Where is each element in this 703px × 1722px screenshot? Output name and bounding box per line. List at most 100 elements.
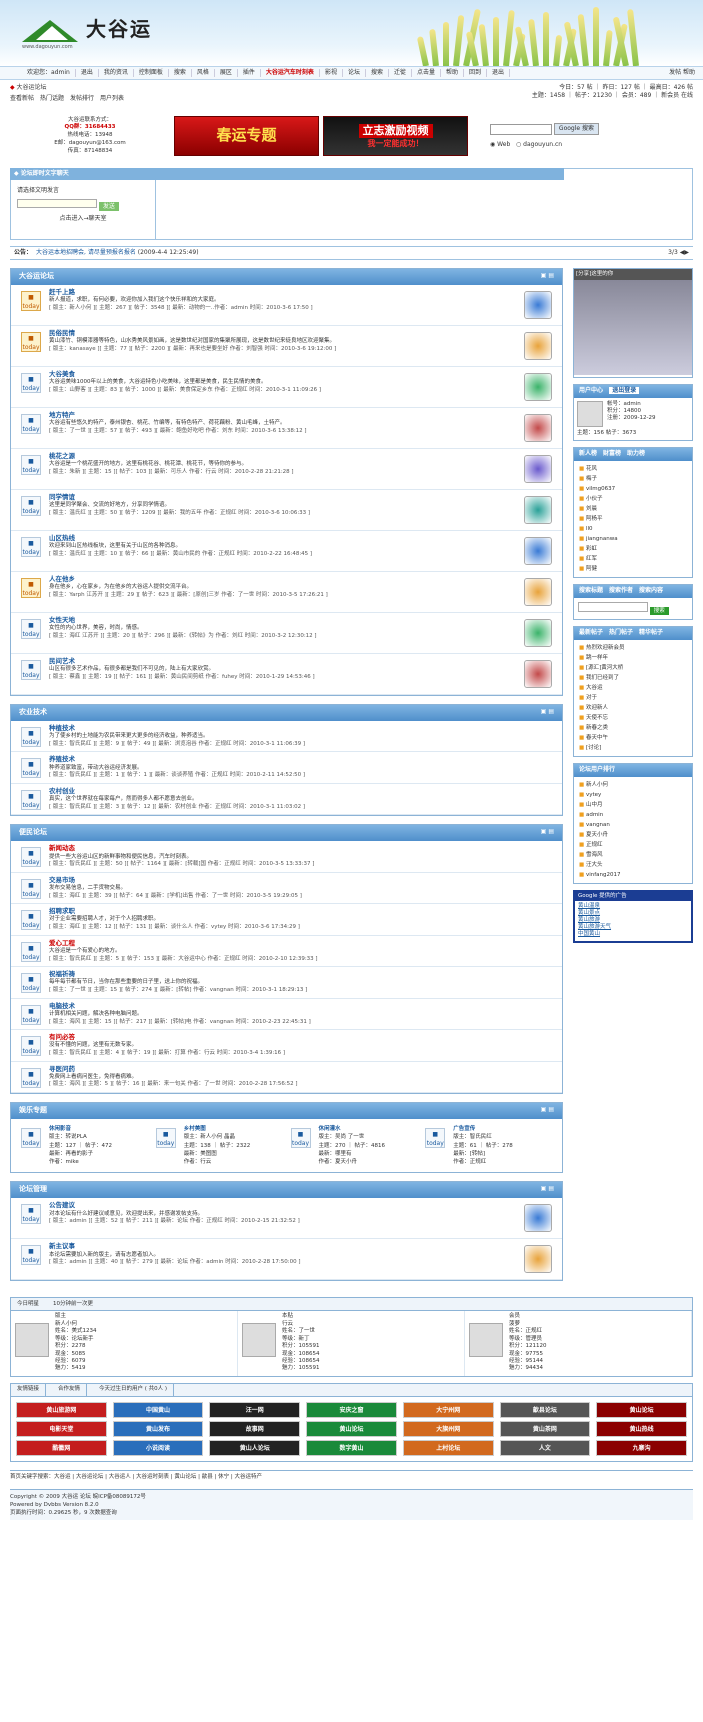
forum-name[interactable]: 大谷美食 bbox=[49, 370, 520, 379]
nav-right[interactable]: 发帖 帮助 bbox=[664, 69, 703, 77]
forum-name[interactable]: 农村创业 bbox=[49, 787, 556, 796]
sub-link[interactable]: 查看新帖 bbox=[10, 95, 34, 102]
friend-link[interactable]: 汪一网 bbox=[209, 1402, 301, 1419]
tab[interactable]: 财富榜 bbox=[603, 450, 621, 457]
friend-link[interactable]: 电影天堂 bbox=[16, 1421, 107, 1438]
radio-site[interactable]: ○ bbox=[516, 141, 521, 148]
list-item[interactable]: vangnan bbox=[579, 820, 687, 830]
forum-name[interactable]: 女性天地 bbox=[49, 616, 520, 625]
forum-name[interactable]: 种植技术 bbox=[49, 724, 556, 733]
nav-item[interactable]: 搜索 bbox=[366, 69, 389, 77]
friend-link[interactable]: 九寨沟 bbox=[596, 1440, 687, 1457]
search-input[interactable] bbox=[490, 123, 552, 135]
forum-name[interactable]: 养殖技术 bbox=[49, 755, 556, 764]
chat-go-button[interactable]: 发送 bbox=[98, 201, 119, 211]
friend-link[interactable]: 黄山发布 bbox=[112, 1421, 204, 1438]
forum-image[interactable] bbox=[524, 660, 552, 688]
sidebar-search-input[interactable] bbox=[578, 602, 648, 613]
friend-link[interactable]: 歙县论坛 bbox=[499, 1402, 591, 1419]
forum-image[interactable] bbox=[524, 414, 552, 442]
tab[interactable]: 精华帖子 bbox=[639, 629, 663, 636]
nav-item[interactable]: 搜索 bbox=[169, 69, 192, 77]
star-avatar[interactable] bbox=[15, 1323, 49, 1358]
right-ad[interactable]: [分享]这里的你 bbox=[573, 268, 693, 378]
forum-name[interactable]: 新主议事 bbox=[49, 1242, 520, 1251]
friend-link[interactable]: 小说阅读 bbox=[112, 1440, 204, 1457]
list-item[interactable]: [讨论] bbox=[579, 743, 687, 753]
chat-input[interactable] bbox=[17, 198, 97, 208]
list-item[interactable]: 新春之类 bbox=[579, 723, 687, 733]
list-item[interactable]: 跳一样年 bbox=[579, 653, 687, 663]
forum-image[interactable] bbox=[524, 578, 552, 606]
list-item[interactable]: 欢迎新人 bbox=[579, 703, 687, 713]
forum-name[interactable]: 祝福祈祷 bbox=[49, 970, 556, 979]
tab[interactable]: 搜索标题 bbox=[579, 587, 603, 594]
nav-item[interactable]: 点击量 bbox=[412, 69, 442, 77]
friend-link[interactable]: 黄山论坛 bbox=[596, 1402, 687, 1419]
list-item[interactable]: 新人小何 bbox=[579, 780, 687, 790]
star-avatar[interactable] bbox=[469, 1323, 503, 1358]
tab[interactable]: 最新帖子 bbox=[579, 629, 603, 636]
nav-item[interactable]: 论坛 bbox=[343, 69, 366, 77]
forum-image[interactable] bbox=[524, 455, 552, 483]
google-ad-link[interactable]: 中国黄山 bbox=[578, 931, 688, 938]
tab[interactable]: 合作友情 bbox=[52, 1384, 88, 1397]
friend-link[interactable]: 数字黄山 bbox=[306, 1440, 397, 1457]
forum-name[interactable]: 广告宣传 bbox=[453, 1125, 513, 1133]
list-item[interactable]: [源汇]黄河大桥 bbox=[579, 663, 687, 673]
nav-item[interactable]: 大谷运汽车时刻表 bbox=[261, 69, 320, 77]
friend-link[interactable]: 黄山茶网 bbox=[499, 1421, 591, 1438]
forum-image[interactable] bbox=[524, 373, 552, 401]
logout-button[interactable]: 退出登录 bbox=[609, 387, 640, 394]
list-item[interactable]: jiangnanwa bbox=[579, 534, 687, 544]
forum-image[interactable] bbox=[524, 496, 552, 524]
tab[interactable]: 搜索内容 bbox=[639, 587, 663, 594]
tab[interactable]: 今天过生日的用户 ( 共0人 ) bbox=[93, 1384, 175, 1397]
list-item[interactable]: 梅子 bbox=[579, 474, 687, 484]
announcement-pager[interactable]: 3/3 bbox=[668, 249, 678, 257]
tab[interactable]: 搜索作者 bbox=[609, 587, 633, 594]
list-item[interactable]: 对于 bbox=[579, 693, 687, 703]
forum-name[interactable]: 公告建议 bbox=[49, 1201, 520, 1210]
list-item[interactable]: 红军 bbox=[579, 554, 687, 564]
google-ad-link[interactable]: 黄山温泉 bbox=[578, 903, 688, 910]
forum-image[interactable] bbox=[524, 332, 552, 360]
forum-name[interactable]: 交易市场 bbox=[49, 876, 556, 885]
forum-name[interactable]: 有问必答 bbox=[49, 1033, 556, 1042]
forum-name[interactable]: 休闲影音 bbox=[49, 1125, 112, 1133]
list-item[interactable]: vinfang2017 bbox=[579, 870, 687, 880]
list-item[interactable]: 花风 bbox=[579, 464, 687, 474]
forum-name[interactable]: 山区热线 bbox=[49, 534, 520, 543]
forum-image[interactable] bbox=[524, 1245, 552, 1274]
sub-link[interactable]: 发帖排行 bbox=[70, 95, 94, 102]
nav-item[interactable]: 影视 bbox=[320, 69, 343, 77]
friend-link[interactable]: 大宁州网 bbox=[402, 1402, 494, 1419]
forum-name[interactable]: 寻医问药 bbox=[49, 1065, 556, 1074]
tab[interactable]: 新人榜 bbox=[579, 450, 597, 457]
list-item[interactable]: 我们已经到了 bbox=[579, 673, 687, 683]
forum-name[interactable]: 乡村美图 bbox=[184, 1125, 251, 1133]
list-item[interactable]: vytey bbox=[579, 790, 687, 800]
list-item[interactable]: 刘晨 bbox=[579, 504, 687, 514]
nav-item[interactable]: 回到 bbox=[464, 69, 488, 77]
nav-item[interactable]: 插件 bbox=[238, 69, 261, 77]
list-item[interactable]: 热烈欢迎新会员 bbox=[579, 643, 687, 653]
nav-item[interactable]: 我的资讯 bbox=[99, 69, 134, 77]
forum-name[interactable]: 电脑技术 bbox=[49, 1002, 556, 1011]
forum-name[interactable]: 新闻动态 bbox=[49, 844, 556, 853]
friend-link[interactable]: 黄山热线 bbox=[596, 1421, 687, 1438]
forum-image[interactable] bbox=[524, 291, 552, 319]
nav-item[interactable]: 欢迎您：admin bbox=[22, 69, 76, 77]
list-item[interactable]: 彩虹 bbox=[579, 544, 687, 554]
friend-link[interactable]: 上村论坛 bbox=[402, 1440, 494, 1457]
forum-name[interactable]: 同学情谊 bbox=[49, 493, 520, 502]
friend-link[interactable]: 黄山人论坛 bbox=[209, 1440, 301, 1457]
friend-link[interactable]: 人文 bbox=[499, 1440, 591, 1457]
list-item[interactable]: 小伙子 bbox=[579, 494, 687, 504]
breadcrumb[interactable]: 大谷运论坛 bbox=[17, 84, 47, 91]
nav-item[interactable]: 展区 bbox=[215, 69, 238, 77]
forum-image[interactable] bbox=[524, 537, 552, 565]
forum-name[interactable]: 民俗民情 bbox=[49, 329, 520, 338]
tab[interactable]: 热门帖子 bbox=[609, 629, 633, 636]
nav-item[interactable]: 迁徙 bbox=[389, 69, 412, 77]
